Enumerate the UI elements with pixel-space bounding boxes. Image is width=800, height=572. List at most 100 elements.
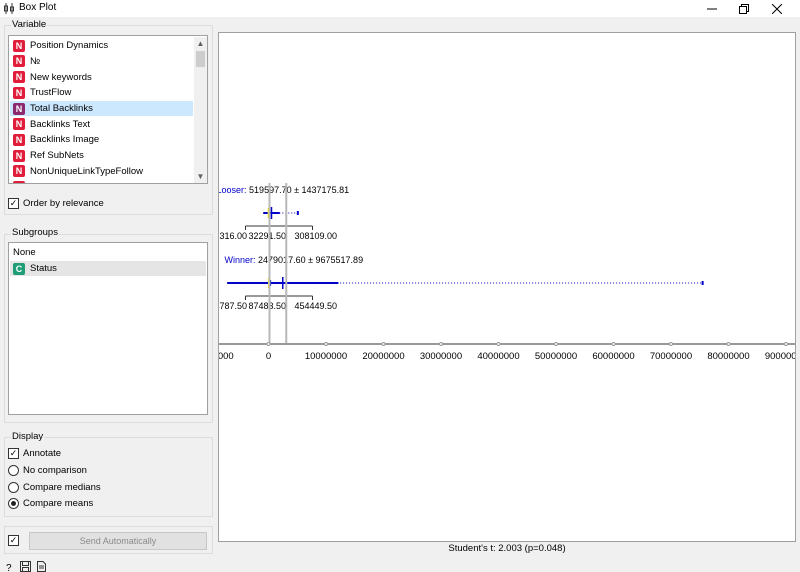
- order-by-relevance-label: Order by relevance: [23, 198, 104, 209]
- comparison-radio-label: No comparison: [23, 465, 87, 476]
- quartile-label: 87483.50: [249, 301, 287, 311]
- numeric-variable-icon: N: [13, 133, 25, 146]
- comparison-radio[interactable]: Compare medians: [8, 481, 101, 493]
- variable-item[interactable]: N Ref SubNets: [10, 148, 193, 164]
- x-axis-tick-label: 30000000: [420, 351, 462, 362]
- radio-unselected-icon[interactable]: [8, 465, 19, 476]
- group-name: Looser: [219, 185, 244, 195]
- x-axis-tick: [726, 342, 731, 346]
- window-title: Box Plot: [19, 2, 57, 13]
- x-axis-tick-label: -10000000: [219, 351, 234, 362]
- variable-item-label: OutLinksExternal: [30, 182, 102, 183]
- scroll-up-icon[interactable]: ▲: [194, 37, 207, 50]
- x-axis-tick: [669, 342, 673, 346]
- numeric-variable-icon: N: [13, 39, 25, 52]
- radio-unselected-icon[interactable]: [8, 481, 19, 493]
- subgroup-item[interactable]: C Status: [10, 261, 206, 276]
- x-axis-tick-label: 50000000: [535, 351, 577, 362]
- categorical-variable-icon: C: [13, 262, 25, 275]
- variable-item-label: Backlinks Image: [30, 134, 100, 146]
- group-mean-value: 2479017.60 ± 9675517.89: [258, 255, 363, 265]
- group-name: Winner: [225, 255, 254, 265]
- quartile-label: 32291.50: [249, 231, 287, 241]
- quartile-label: 7316.00: [219, 231, 247, 241]
- close-icon: [772, 3, 782, 14]
- restore-icon: [739, 3, 749, 14]
- variable-item-label: Position Dynamics: [30, 40, 109, 52]
- max-marker: [296, 211, 299, 215]
- statistic-label: Student's t: 2.003 (p=0.048): [448, 543, 566, 554]
- minimize-button[interactable]: [697, 0, 727, 17]
- x-axis-tick-label: 90000000: [765, 351, 796, 362]
- quartile-label: 4787.50: [219, 301, 247, 311]
- variable-item[interactable]: N OutLinksExternal: [10, 179, 193, 183]
- comparison-radio[interactable]: No comparison: [8, 465, 87, 476]
- x-axis-tick-label: 0: [266, 351, 271, 362]
- x-axis-tick: [439, 342, 443, 346]
- annotate-label: Annotate: [23, 448, 62, 459]
- numeric-variable-icon: N: [13, 86, 25, 99]
- variable-item[interactable]: N Backlinks Text: [10, 117, 193, 133]
- status-bar-icons: ?: [4, 561, 47, 572]
- x-axis-tick: [554, 342, 558, 346]
- variable-item[interactable]: N TrustFlow: [10, 85, 193, 101]
- x-axis-tick: [784, 342, 788, 346]
- variable-item[interactable]: N New keywords: [10, 69, 193, 85]
- variable-list[interactable]: N Position Dynamics N № N New keywords N TrustF…: [8, 35, 208, 184]
- variable-group-label: Variable: [11, 19, 48, 30]
- save-image-icon[interactable]: [20, 561, 31, 572]
- checkbox-checked-icon[interactable]: ✓: [8, 448, 19, 459]
- subgroups-list[interactable]: None C Status: [8, 242, 208, 415]
- variable-item[interactable]: N Total Backlinks: [10, 100, 193, 117]
- comparison-radio-label: Compare medians: [23, 481, 101, 493]
- variable-item[interactable]: N NonUniqueLinkTypeFollow: [10, 164, 193, 180]
- close-button[interactable]: [762, 0, 792, 17]
- radio-selected-icon[interactable]: [8, 498, 19, 510]
- report-icon[interactable]: [36, 561, 47, 572]
- variable-list-scrollbar[interactable]: ▲ ▼: [194, 37, 207, 183]
- x-axis-tick: [266, 342, 271, 346]
- box-plot-canvas[interactable]: Looser: 519597.70 ± 1437175.81 7316.00322…: [218, 32, 796, 542]
- title-bar: Box Plot: [0, 0, 800, 17]
- scroll-down-icon[interactable]: ▼: [194, 170, 207, 183]
- numeric-variable-icon: N: [13, 102, 25, 115]
- x-axis-tick-label: 40000000: [477, 351, 519, 362]
- subgroups-group-label: Subgroups: [11, 227, 59, 238]
- variable-item-label: Backlinks Text: [30, 118, 91, 130]
- comparison-radio-label: Compare means: [23, 498, 94, 510]
- x-axis-tick: [381, 342, 386, 346]
- order-by-relevance-checkbox[interactable]: ✓ Order by relevance: [8, 198, 104, 209]
- variable-item[interactable]: N №: [10, 54, 193, 70]
- minimize-icon: [707, 8, 717, 9]
- display-group-label: Display: [11, 431, 45, 442]
- group-mean-value: 519597.70 ± 1437175.81: [249, 185, 349, 195]
- annotate-checkbox[interactable]: ✓ Annotate: [8, 448, 61, 459]
- x-axis-tick: [324, 342, 328, 346]
- numeric-variable-icon: N: [13, 181, 25, 183]
- scroll-thumb[interactable]: [196, 51, 205, 67]
- send-automatically-checkbox[interactable]: ✓: [8, 535, 23, 546]
- comparison-radio[interactable]: Compare means: [8, 498, 94, 510]
- x-axis-tick: [611, 342, 616, 346]
- checkbox-checked-icon[interactable]: ✓: [8, 198, 19, 209]
- variable-item[interactable]: N Position Dynamics: [10, 38, 193, 54]
- box-plot-svg: Looser: 519597.70 ± 1437175.81 7316.00322…: [219, 183, 796, 362]
- variable-item-label: №: [30, 55, 41, 67]
- group-mean-label: Looser: 519597.70 ± 1437175.81: [219, 185, 349, 195]
- variable-item-label: Ref SubNets: [30, 150, 84, 162]
- variable-item-label: TrustFlow: [30, 87, 72, 99]
- x-axis-tick-label: 20000000: [362, 351, 404, 362]
- variable-item[interactable]: N Backlinks Image: [10, 132, 193, 148]
- subgroup-item[interactable]: None: [10, 245, 206, 260]
- send-automatically-button[interactable]: Send Automatically: [29, 532, 207, 550]
- restore-button[interactable]: [729, 0, 759, 17]
- checkbox-checked-icon[interactable]: ✓: [8, 535, 19, 546]
- variable-item-label: New keywords: [30, 71, 92, 83]
- x-axis-tick-label: 60000000: [592, 351, 634, 362]
- help-icon[interactable]: ?: [4, 561, 15, 572]
- variable-item-label: Total Backlinks: [30, 103, 93, 115]
- group-mean-label: Winner: 2479017.60 ± 9675517.89: [225, 255, 364, 265]
- numeric-variable-icon: N: [13, 149, 25, 162]
- numeric-variable-icon: N: [13, 165, 25, 178]
- quartile-label: 308109.00: [295, 231, 338, 241]
